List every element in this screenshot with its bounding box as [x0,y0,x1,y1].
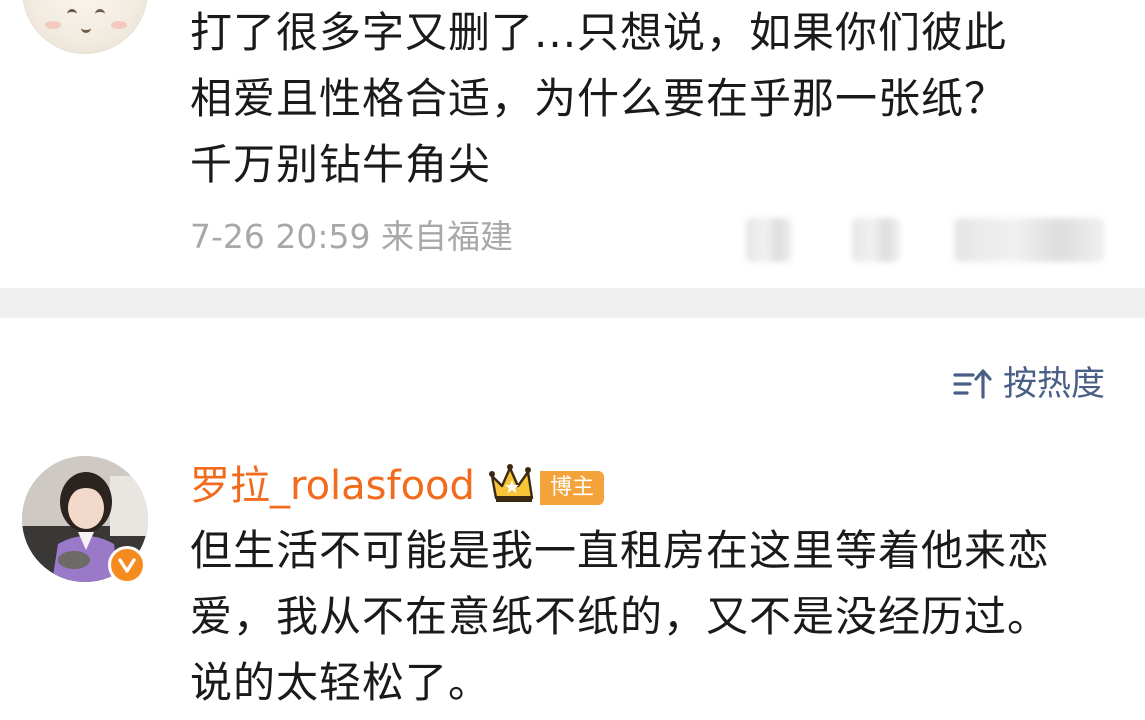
comment-line: 爱，我从不在意纸不纸的，又不是没经历过。 [190,592,1051,641]
comment-line: 打了很多字又删了...只想说，如果你们彼此 [190,8,1008,57]
comment-line: 相爱且性格合适，为什么要在乎那一张纸？ [190,74,1008,123]
comment-timestamp: 7-26 20:59 [190,217,371,256]
comment-line: 千万别钻牛角尖 [190,140,492,189]
like-button[interactable] [954,218,1104,262]
sort-by-hot-button[interactable]: 按热度 [953,362,1105,406]
comment-feed: 打了很多字又删了...只想说，如果你们彼此 相爱且性格合适，为什么要在乎那一张纸… [0,0,1145,720]
comment-line: 但生活不可能是我一直租房在这里等着他来恋 [190,526,1051,575]
check-v-icon [118,558,136,573]
comment-line: 说的太轻松了。 [190,658,492,707]
username[interactable]: 罗拉_rolasfood [190,460,475,512]
user-avatar[interactable] [22,0,148,54]
comment-meta: 7-26 20:59 来自福建 [190,214,513,260]
verified-badge-icon [108,546,146,584]
avatar-mouth [81,25,91,33]
comment-location: 来自福建 [381,217,513,256]
avatar-eye-left [67,9,77,16]
sort-label: 按热度 [1003,364,1105,404]
blogger-badge: 博主 [540,471,605,505]
comment-body[interactable]: 但生活不可能是我一直租房在这里等着他来恋 爱，我从不在意纸不纸的，又不是没经历过… [190,518,1090,716]
reply-button[interactable] [852,218,900,262]
avatar-blush-left [45,21,61,29]
share-button[interactable] [746,218,792,262]
section-divider [0,288,1145,318]
sort-icon [953,369,992,399]
avatar-eye-right [95,9,105,16]
avatar-blush-right [111,21,127,29]
comment-body[interactable]: 打了很多字又删了...只想说，如果你们彼此 相爱且性格合适，为什么要在乎那一张纸… [190,0,1090,198]
crown-icon [489,464,534,502]
